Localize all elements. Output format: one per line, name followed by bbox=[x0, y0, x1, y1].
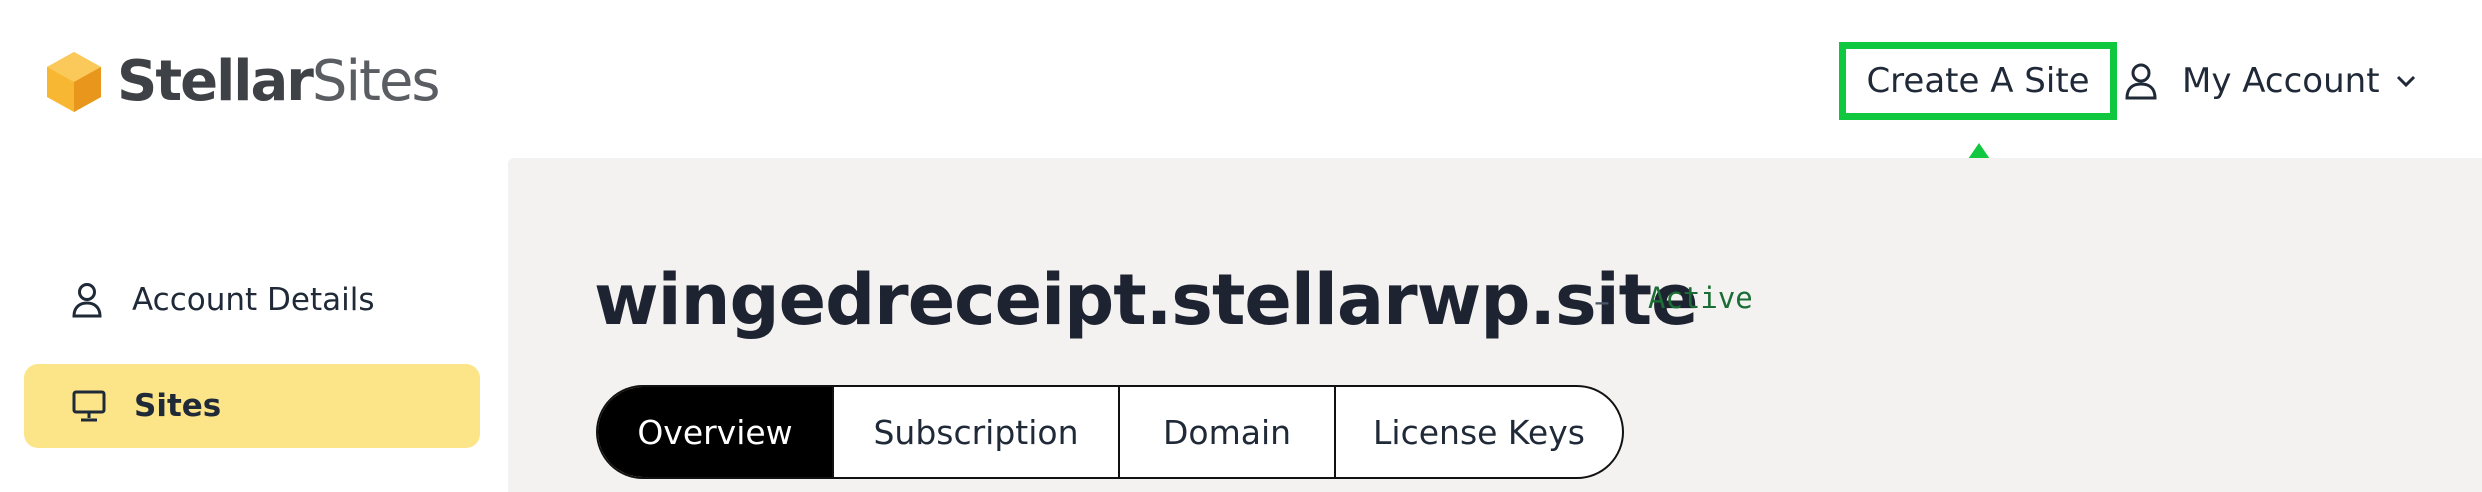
hexagon-logo-icon bbox=[47, 51, 101, 112]
tab-license-keys[interactable]: License Keys bbox=[1336, 387, 1622, 477]
sidebar-item-sites[interactable]: Sites bbox=[24, 364, 480, 448]
status-badge: Active bbox=[1648, 281, 1753, 315]
tab-label: Domain bbox=[1162, 412, 1292, 452]
site-domain-title: wingedreceipt.stellarwp.site bbox=[594, 259, 1699, 341]
sidebar-item-label: Account Details bbox=[132, 282, 375, 318]
my-account-label: My Account bbox=[2182, 61, 2380, 101]
logo-wordmark: StellarSites bbox=[117, 49, 441, 114]
my-account-menu[interactable]: My Account bbox=[2124, 52, 2418, 110]
tab-label: Overview bbox=[637, 412, 793, 452]
monitor-icon bbox=[72, 390, 106, 422]
sidebar-item-account-details[interactable]: Account Details bbox=[72, 270, 375, 330]
title-separator: – bbox=[1594, 282, 1610, 320]
user-icon bbox=[2125, 63, 2157, 100]
tab-overview[interactable]: Overview bbox=[598, 387, 834, 477]
logo-wordmark-light: Sites bbox=[311, 49, 441, 114]
create-a-site-label: Create A Site bbox=[1866, 61, 2090, 101]
user-icon bbox=[72, 283, 102, 318]
site-tabs: Overview Subscription Domain License Key… bbox=[596, 385, 1624, 479]
sidebar-item-label: Sites bbox=[134, 388, 222, 424]
tab-label: Subscription bbox=[873, 412, 1079, 452]
logo-wordmark-bold: Stellar bbox=[117, 49, 314, 114]
create-a-site-button[interactable]: Create A Site bbox=[1839, 42, 2117, 120]
tab-domain[interactable]: Domain bbox=[1120, 387, 1336, 477]
tab-label: License Keys bbox=[1373, 412, 1585, 452]
stellar-sites-logo[interactable]: StellarSites bbox=[45, 44, 441, 119]
tab-subscription[interactable]: Subscription bbox=[834, 387, 1120, 477]
chevron-down-icon bbox=[2396, 75, 2415, 88]
